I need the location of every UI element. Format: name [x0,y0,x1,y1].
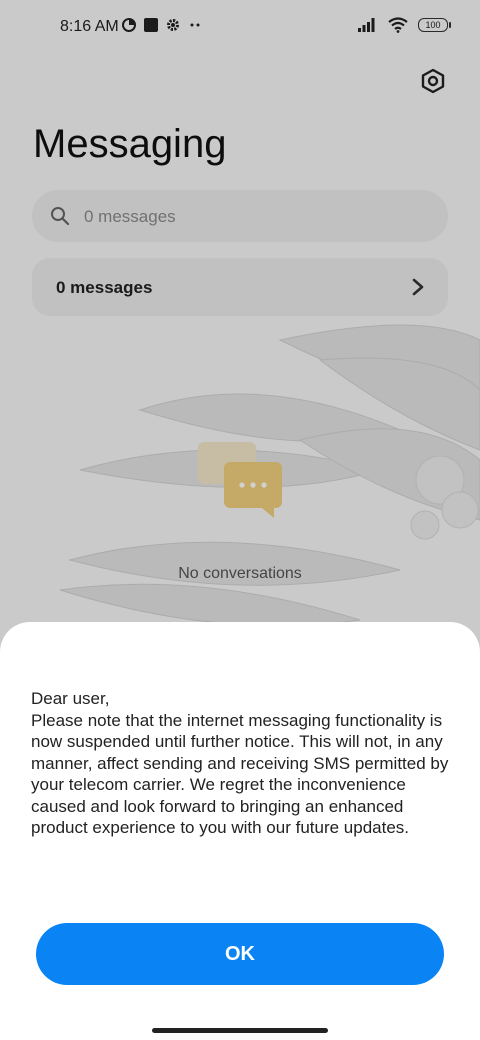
home-indicator[interactable] [152,1028,328,1033]
ok-button[interactable]: OK [36,923,444,985]
dialog-message: Dear user, Please note that the internet… [31,689,449,837]
notice-dialog: Dear user, Please note that the internet… [0,622,480,1040]
messaging-app: 8:16 AM 100 Messaging 0 messages 0 messa… [0,0,480,1040]
